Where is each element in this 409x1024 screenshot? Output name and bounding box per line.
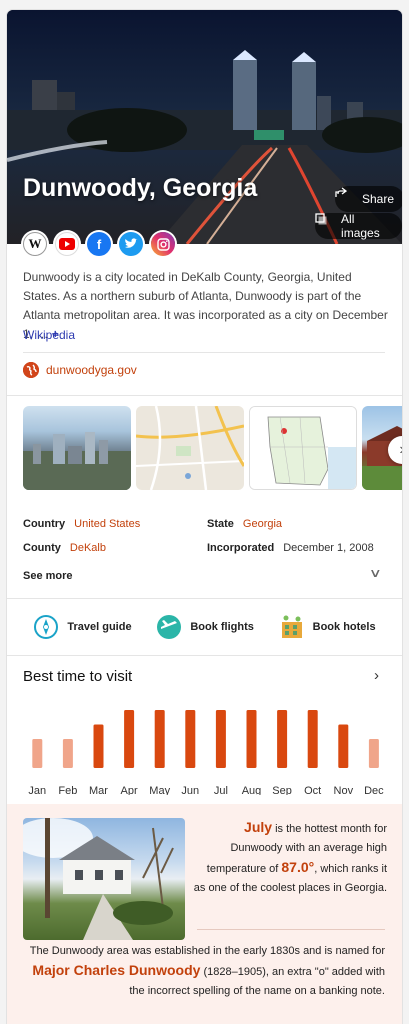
travel-guide-label: Travel guide [67, 621, 132, 633]
climate-fact-box: July is the hottest month for Dunwoody w… [7, 804, 402, 1024]
fact-value: December 1, 2008 [283, 542, 374, 554]
facebook-icon[interactable]: f [87, 232, 111, 256]
hero-image[interactable]: Dunwoody, Georgia Share All images [7, 10, 402, 244]
chevron-right-icon[interactable]: › [374, 667, 379, 684]
month-label: Jul [214, 785, 228, 795]
fact-incorporated: Incorporated December 1, 2008 [207, 542, 374, 554]
book-hotels-label: Book hotels [312, 621, 376, 633]
book-flights-button[interactable]: Book flights [156, 614, 254, 640]
month-label: Jan [28, 785, 46, 795]
state-map-thumbnail[interactable] [249, 406, 357, 490]
fact-value-link[interactable]: Georgia [243, 518, 282, 530]
wikipedia-icon[interactable]: W [23, 232, 47, 256]
best-time-title[interactable]: Best time to visit [23, 668, 132, 685]
month-label: Nov [334, 785, 354, 795]
bar-jul [215, 710, 226, 768]
all-images-button[interactable]: All images [315, 212, 402, 240]
month-label: Aug [242, 785, 262, 795]
book-hotels-button[interactable]: Book hotels [279, 614, 376, 640]
history-text: The Dunwoody area was established in the… [23, 942, 385, 1001]
fact-label: Country [23, 518, 66, 530]
hottest-month-text: July is the hottest month for Dunwoody w… [193, 818, 387, 898]
month-label: Feb [58, 785, 77, 795]
month-label: Jun [181, 785, 199, 795]
divider [7, 598, 402, 599]
month-label: May [149, 785, 170, 795]
namesake-name: Major Charles Dunwoody [32, 962, 201, 978]
month-label: Apr [121, 785, 138, 795]
website-link[interactable]: dunwoodyga.gov [23, 362, 137, 378]
wikipedia-link[interactable]: Wikipedia [23, 328, 75, 342]
hotel-icon [279, 614, 305, 640]
image-carousel [23, 406, 402, 490]
best-time-chart: Jan Feb Mar Apr May Jun Jul Aug Sep Oct Nov Dec [28, 710, 384, 795]
fact-country: Country United States [23, 518, 140, 530]
bar-mar [93, 724, 104, 768]
bar-jan [32, 739, 43, 768]
divider [197, 929, 385, 930]
bar-sep [277, 710, 288, 768]
social-links: W f [23, 232, 175, 256]
hottest-month: July [244, 819, 273, 835]
globe-icon [23, 362, 39, 378]
average-high-temp: 87.0° [281, 859, 315, 875]
divider [7, 655, 402, 656]
fact-value-link[interactable]: DeKalb [70, 542, 106, 554]
fact-county: County DeKalb [23, 542, 106, 554]
compass-icon [33, 614, 59, 640]
bar-jun [185, 710, 196, 768]
place-title: Dunwoody, Georgia [23, 174, 258, 202]
website-label: dunwoodyga.gov [46, 363, 137, 377]
travel-guide-button[interactable]: Travel guide [33, 614, 132, 640]
description-text: Dunwoody is a city located in DeKalb Cou… [23, 270, 388, 341]
travel-actions: Travel guide Book flights Book hotels [7, 614, 402, 640]
description: Dunwoody is a city located in DeKalb Cou… [23, 268, 389, 344]
divider [7, 395, 402, 396]
fact-state: State Georgia [207, 518, 282, 530]
bar-may [154, 710, 165, 768]
month-label: Sep [272, 785, 292, 795]
fact-label: County [23, 542, 61, 554]
divider [23, 352, 385, 353]
all-images-label: All images [341, 212, 380, 240]
twitter-icon[interactable] [119, 232, 143, 256]
month-label: Oct [304, 785, 321, 795]
bar-feb [62, 739, 73, 768]
history-pre: The Dunwoody area was established in the… [29, 945, 385, 957]
fact-value-link[interactable]: United States [74, 518, 140, 530]
share-button[interactable]: Share [335, 186, 402, 212]
fact-label: State [207, 518, 234, 530]
airplane-icon [156, 614, 182, 640]
chevron-down-icon[interactable]: ∨ [369, 566, 382, 580]
instagram-icon[interactable] [151, 232, 175, 256]
city-aerial-thumbnail[interactable] [23, 406, 131, 490]
youtube-icon[interactable] [55, 232, 79, 256]
bar-oct [307, 710, 318, 768]
see-more-button[interactable]: See more [23, 570, 73, 582]
fact-label: Incorporated [207, 542, 275, 554]
chevron-right-icon: › [399, 441, 402, 459]
share-label: Share [362, 192, 395, 206]
images-icon [315, 213, 334, 232]
entity-card: Dunwoody, Georgia Share All images W f D… [7, 10, 402, 1024]
bar-nov [338, 724, 349, 768]
street-map-thumbnail[interactable] [136, 406, 244, 490]
bar-apr [124, 710, 135, 768]
bar-dec [368, 739, 379, 768]
month-label: Dec [364, 785, 384, 795]
share-icon [335, 187, 355, 205]
bar-aug [246, 710, 257, 768]
month-label: Mar [89, 785, 108, 795]
book-flights-label: Book flights [190, 621, 254, 633]
historic-house-image[interactable] [23, 818, 185, 940]
